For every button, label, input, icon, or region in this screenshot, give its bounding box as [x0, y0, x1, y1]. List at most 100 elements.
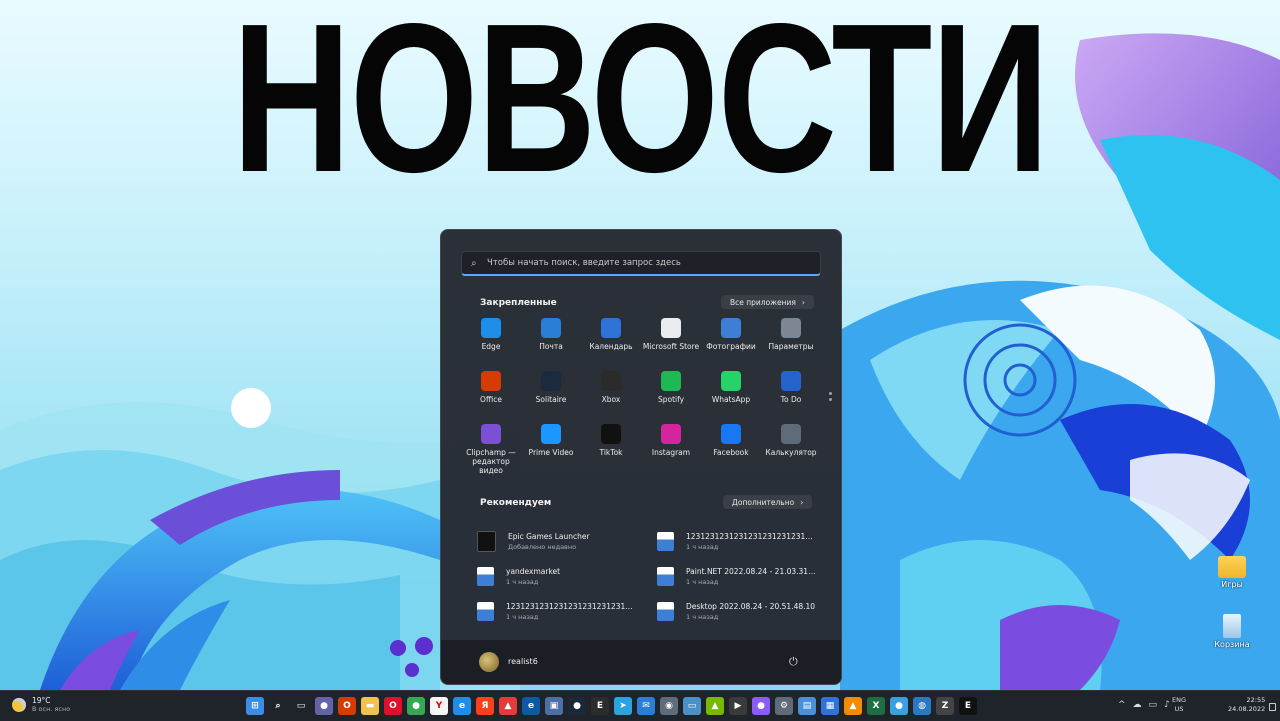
chevron-right-icon: › [801, 297, 805, 307]
pinned-app[interactable]: Почта [521, 318, 581, 371]
weather-icon [12, 697, 26, 712]
pinned-app-label: Калькулятор [765, 448, 817, 457]
start-search-input[interactable]: ⌕ Чтобы начать поиск, введите запрос зде… [461, 251, 821, 276]
pinned-apps-grid: Edge Почта Календарь Microsoft Store Фотогра… [461, 318, 821, 477]
desktop-icon-recycle-bin[interactable]: Корзина [1210, 614, 1254, 649]
avatar[interactable] [479, 652, 499, 672]
globe-icon[interactable]: ◍ [913, 697, 931, 715]
pinned-app[interactable]: Spotify [641, 371, 701, 424]
language-indicator[interactable]: ENG US [1172, 696, 1186, 714]
camera-icon[interactable]: ◉ [660, 697, 678, 715]
excel-icon[interactable]: X [867, 697, 885, 715]
edge-dev-icon[interactable]: e [522, 697, 540, 715]
telegram-icon[interactable]: ➤ [614, 697, 632, 715]
rocket-icon[interactable]: ▲ [499, 697, 517, 715]
volume-icon[interactable]: ♪ [1164, 700, 1170, 710]
notification-icon[interactable] [1269, 703, 1276, 711]
pinned-app[interactable]: TikTok [581, 424, 641, 477]
yandex-icon[interactable]: Я [476, 697, 494, 715]
pinned-app-label: Параметры [768, 342, 814, 351]
pinned-app[interactable]: Microsoft Store [641, 318, 701, 371]
clipchamp-icon [481, 424, 501, 444]
recommended-item-time: Добавлено недавно [508, 543, 577, 551]
pinned-app[interactable]: To Do [761, 371, 821, 424]
clock-time: 22:55 [1246, 696, 1266, 704]
pinned-app[interactable]: WhatsApp [701, 371, 761, 424]
task-view-icon[interactable]: ▭ [292, 697, 310, 715]
alice-icon[interactable]: ● [752, 697, 770, 715]
pinned-app[interactable]: Календарь [581, 318, 641, 371]
pinned-app-label: Prime Video [528, 448, 574, 457]
chat-icon[interactable]: ● [315, 697, 333, 715]
image-file-icon [477, 567, 494, 586]
pinned-app[interactable]: Фотографии [701, 318, 761, 371]
office-icon[interactable]: O [338, 697, 356, 715]
pinned-app-label: Xbox [601, 395, 621, 404]
search-icon[interactable]: ⌕ [269, 697, 287, 715]
recommended-item[interactable]: Desktop 2022.08.24 - 20.51.48.10 1 ч наза… [657, 594, 827, 629]
gear-icon[interactable]: ⚙ [775, 697, 793, 715]
pinned-app[interactable]: Prime Video [521, 424, 581, 477]
recommended-item-time: 1 ч назад [506, 578, 539, 586]
paint-net-icon[interactable]: ▣ [545, 697, 563, 715]
page-dots[interactable] [829, 392, 833, 404]
whatsapp-icon [721, 371, 741, 391]
steam-icon[interactable]: ● [568, 697, 586, 715]
edge-icon[interactable]: e [453, 697, 471, 715]
search-placeholder: Чтобы начать поиск, введите запрос здесь [487, 258, 681, 268]
windows-start-icon[interactable]: ⊞ [246, 697, 264, 715]
pinned-app[interactable]: Clipchamp — редактор видео [461, 424, 521, 477]
recommended-item[interactable]: yandexmarket 1 ч назад [477, 559, 657, 594]
chrome-icon[interactable]: ● [407, 697, 425, 715]
lang-code: ENG [1172, 696, 1187, 704]
recommended-item[interactable]: Epic Games Launcher Добавлено недавно [477, 524, 657, 559]
recommended-item-time: 1 ч назад [686, 613, 719, 621]
todo-icon [781, 371, 801, 391]
recommended-item[interactable]: 12312312312312312312312312323 1 ч назад [477, 594, 657, 629]
recommended-item[interactable]: Paint.NET 2022.08.24 - 21.03.31.16 1 ч на… [657, 559, 827, 594]
more-button[interactable]: Дополнительно › [723, 495, 813, 509]
browser-icon[interactable]: ● [890, 697, 908, 715]
nvidia-icon[interactable]: ▲ [706, 697, 724, 715]
power-icon[interactable]: ⏻ [789, 655, 798, 669]
file-explorer-icon[interactable]: ▬ [361, 697, 379, 715]
all-apps-button[interactable]: Все приложения › [721, 295, 814, 309]
prime-video-icon [541, 424, 561, 444]
pinned-app-label: Solitaire [535, 395, 567, 404]
pinned-app[interactable]: Office [461, 371, 521, 424]
monitor-icon[interactable]: ▭ [683, 697, 701, 715]
network-icon[interactable]: ▭ [1149, 700, 1158, 710]
clock[interactable]: 22:55 24.08.2022 [1228, 696, 1265, 714]
mail-icon[interactable]: ✉ [637, 697, 655, 715]
zip-icon[interactable]: Z [936, 697, 954, 715]
desktop-icon-games[interactable]: Игры [1210, 556, 1254, 589]
folder-icon [1218, 556, 1246, 578]
taskbar-apps: ⊞ ⌕ ▭ ● O ▬ O ● Ye Я ▲ e ▣ ● E ➤ ✉ ◉ ▭ ▲ ▶ ● ⚙ ▤ ▦ ▲ X ● ◍ Z E [246, 697, 977, 715]
chevron-up-icon[interactable]: ^ [1118, 700, 1126, 710]
tiktok-icon [601, 424, 621, 444]
video-icon[interactable]: ▶ [729, 697, 747, 715]
pinned-title: Закрепленные [480, 298, 557, 308]
pinned-app[interactable]: Калькулятор [761, 424, 821, 477]
pinned-app[interactable]: Instagram [641, 424, 701, 477]
pinned-app-label: WhatsApp [711, 395, 751, 404]
solitaire-icon [541, 371, 561, 391]
pinned-app[interactable]: Параметры [761, 318, 821, 371]
notepad-icon[interactable]: ▤ [798, 697, 816, 715]
epic-games-icon[interactable]: E [959, 697, 977, 715]
pinned-app[interactable]: Solitaire [521, 371, 581, 424]
weather-widget[interactable]: 19°C В осн. ясно [12, 696, 70, 713]
yandex-browser-icon[interactable]: Y [430, 697, 448, 715]
pinned-app[interactable]: Facebook [701, 424, 761, 477]
user-name[interactable]: realist6 [508, 657, 538, 666]
epic-icon[interactable]: E [591, 697, 609, 715]
cloud-icon[interactable]: ☁ [1133, 700, 1142, 710]
start-menu: ⌕ Чтобы начать поиск, введите запрос зде… [440, 229, 842, 685]
pinned-app[interactable]: Edge [461, 318, 521, 371]
vlc-icon[interactable]: ▲ [844, 697, 862, 715]
recommended-item[interactable]: 12312312312312312312312312312312... 1 ч н… [657, 524, 827, 559]
pinned-app[interactable]: Xbox [581, 371, 641, 424]
opera-icon[interactable]: O [384, 697, 402, 715]
calculator-icon [781, 424, 801, 444]
calendar-icon[interactable]: ▦ [821, 697, 839, 715]
